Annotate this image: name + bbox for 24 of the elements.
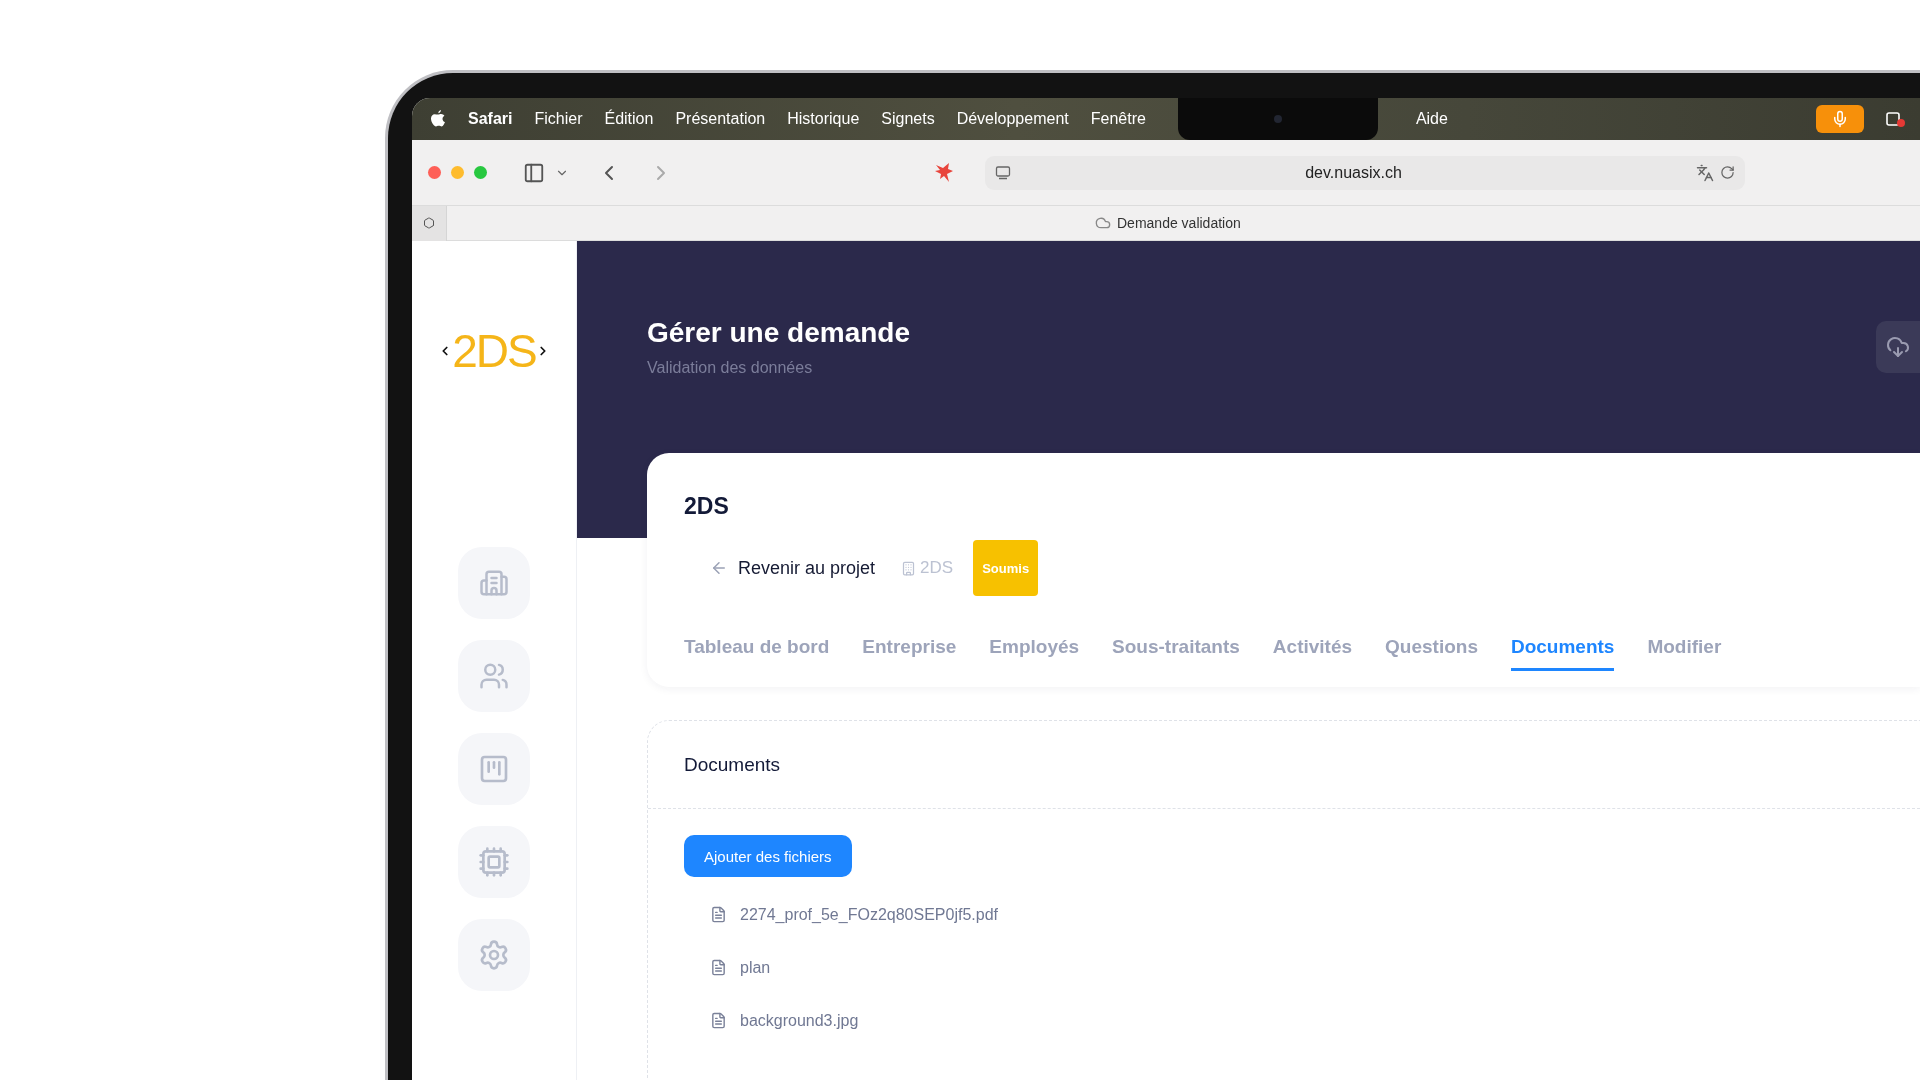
file-link[interactable]: 2274_prof_5e_FOz2q80SEP0jf5.pdf — [740, 905, 998, 924]
menu-item[interactable]: Présentation — [675, 110, 766, 128]
browser-tab[interactable]: Demande validation — [1095, 215, 1241, 231]
status-badge: Soumis — [973, 540, 1039, 596]
address-bar[interactable]: dev.nuasix.ch — [985, 155, 1745, 190]
tab[interactable]: Documents — [1510, 636, 1615, 671]
menu-item[interactable]: Signets — [881, 110, 935, 128]
back-link[interactable]: Revenir au projet — [710, 557, 876, 579]
menu-item[interactable]: Développement — [956, 110, 1069, 128]
card-title: 2DS — [684, 493, 730, 520]
menu-item[interactable]: Historique — [787, 110, 860, 128]
page-title: Gérer une demande — [647, 317, 910, 349]
add-files-button[interactable]: Ajouter des fichiers — [684, 835, 852, 877]
menu-item[interactable]: Fenêtre — [1090, 110, 1146, 128]
menu-item[interactable]: Édition — [604, 110, 654, 128]
file-link[interactable]: plan — [740, 958, 771, 977]
page-subtitle: Validation des données — [647, 359, 814, 377]
file-link[interactable]: background3.jpg — [740, 1011, 859, 1030]
project-label: 2DS — [901, 558, 954, 578]
logo: 2DS — [438, 321, 550, 381]
menu-item[interactable]: Fichier — [534, 110, 583, 128]
menu-item[interactable]: Aide — [1415, 110, 1448, 128]
panel-title: Documents — [684, 753, 781, 776]
menu-item[interactable]: Safari — [468, 110, 513, 128]
